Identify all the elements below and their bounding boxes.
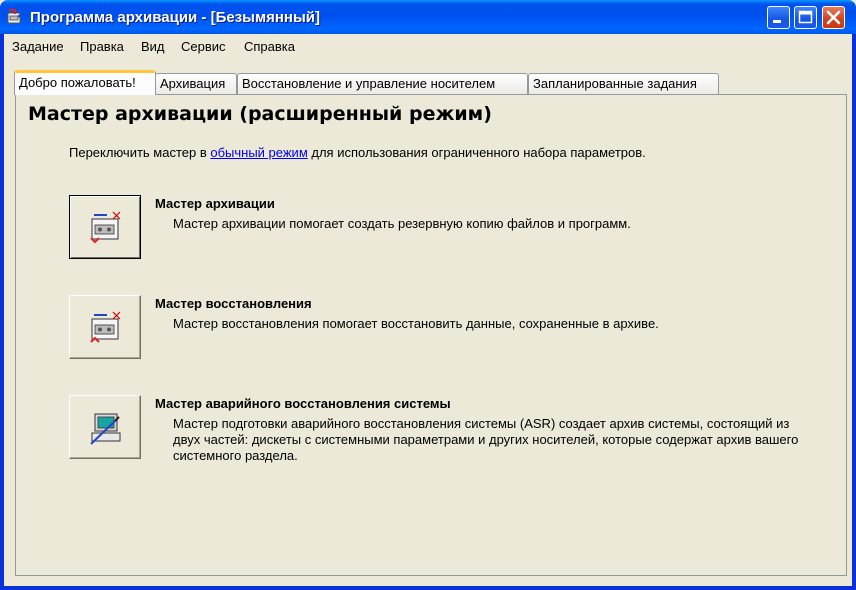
page-title: Мастер архивации (расширенный режим) — [28, 103, 492, 125]
close-button[interactable] — [822, 6, 845, 29]
menu-view[interactable]: Вид — [141, 39, 165, 54]
menu-job[interactable]: Задание — [12, 39, 64, 54]
asr-wizard-button[interactable] — [69, 395, 141, 459]
window-title: Программа архивации - [Безымянный] — [30, 9, 320, 26]
title-bar[interactable]: Программа архивации - [Безымянный] — [0, 0, 856, 34]
close-icon — [826, 10, 841, 25]
tab-scheduled-jobs[interactable]: Запланированные задания — [528, 73, 719, 94]
asr-wizard-description: Мастер подготовки аварийного восстановле… — [173, 416, 799, 463]
tab-restore[interactable]: Восстановление и управление носителем — [237, 73, 528, 94]
backup-wizard-description: Мастер архивации помогает создать резерв… — [173, 216, 631, 231]
menu-bar: Задание Правка Вид Сервис Справка — [4, 34, 852, 58]
menu-help[interactable]: Справка — [244, 39, 295, 54]
backup-wizard-button[interactable] — [69, 195, 141, 259]
mode-switch-text: Переключить мастер в обычный режим для и… — [69, 145, 646, 160]
restore-wizard-description: Мастер восстановления помогает восстанов… — [173, 316, 659, 331]
tab-welcome[interactable]: Добро пожаловать! — [14, 70, 156, 95]
menu-tools[interactable]: Сервис — [181, 39, 226, 54]
basic-mode-link[interactable]: обычный режим — [210, 145, 307, 160]
welcome-panel: Мастер архивации (расширенный режим) Пер… — [15, 94, 847, 576]
asr-wizard-title: Мастер аварийного восстановления системы — [155, 396, 451, 411]
minimize-button[interactable] — [767, 6, 790, 29]
minimize-icon — [773, 20, 781, 23]
restore-wizard-icon — [90, 311, 121, 343]
maximize-button[interactable] — [794, 6, 817, 29]
mode-switch-prefix: Переключить мастер в — [69, 145, 211, 160]
menu-edit[interactable]: Правка — [80, 39, 124, 54]
backup-wizard-title: Мастер архивации — [155, 196, 275, 211]
backup-window: Программа архивации - [Безымянный] Задан… — [0, 0, 856, 590]
restore-wizard-button[interactable] — [69, 295, 141, 359]
mode-switch-suffix: для использования ограниченного набора п… — [307, 145, 646, 160]
tab-backup[interactable]: Архивация — [155, 73, 237, 94]
asr-wizard-icon — [90, 413, 121, 445]
maximize-icon — [798, 10, 813, 24]
backup-app-icon — [7, 8, 24, 24]
restore-wizard-title: Мастер восстановления — [155, 296, 312, 311]
backup-wizard-icon — [90, 211, 121, 244]
